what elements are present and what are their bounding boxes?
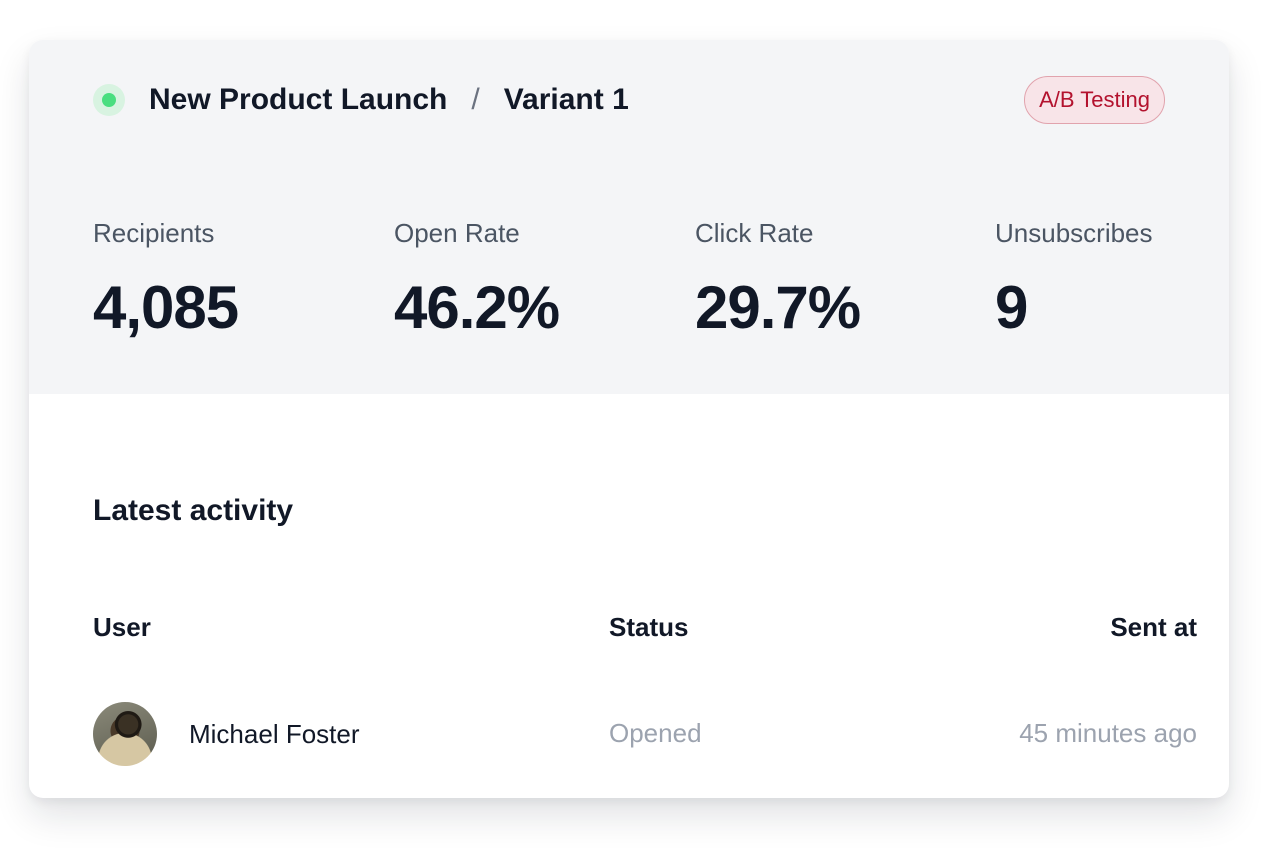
stat-label: Recipients <box>93 218 215 248</box>
user-cell: Michael Foster <box>93 702 360 766</box>
stat-value: 4,085 <box>93 274 239 341</box>
campaign-summary: New Product Launch / Variant 1 A/B Testi… <box>29 40 1229 394</box>
column-header-status: Status <box>609 612 689 642</box>
section-title: Latest activity <box>93 494 294 527</box>
stat-unsubscribes: Unsubscribes 9 <box>995 218 1195 342</box>
column-header-user: User <box>93 612 151 642</box>
status-cell: Opened <box>609 718 702 748</box>
stat-value: 46.2% <box>394 274 560 341</box>
stat-label: Unsubscribes <box>995 218 1153 248</box>
sent-at-cell: 45 minutes ago <box>1019 718 1197 748</box>
status-dot-icon <box>102 93 116 107</box>
avatar <box>93 702 157 766</box>
stat-value: 29.7% <box>695 274 861 341</box>
status-indicator <box>93 84 125 116</box>
campaign-card: New Product Launch / Variant 1 A/B Testi… <box>29 40 1229 798</box>
breadcrumb-separator: / <box>471 83 480 116</box>
column-header-sent-at: Sent at <box>1110 612 1197 642</box>
campaign-name[interactable]: New Product Launch <box>149 83 447 117</box>
stat-label: Click Rate <box>695 218 814 248</box>
ab-testing-badge: A/B Testing <box>1024 76 1165 124</box>
variant-name: Variant 1 <box>503 83 629 116</box>
stat-open-rate: Open Rate 46.2% <box>394 218 695 342</box>
breadcrumb: New Product Launch / Variant 1 <box>93 82 629 118</box>
stat-click-rate: Click Rate 29.7% <box>695 218 995 342</box>
stat-value: 9 <box>995 274 1028 341</box>
stat-recipients: Recipients 4,085 <box>93 218 394 342</box>
stat-label: Open Rate <box>394 218 520 248</box>
user-name: Michael Foster <box>189 718 360 749</box>
stats-row: Recipients 4,085 Open Rate 46.2% Click R… <box>93 218 1195 342</box>
